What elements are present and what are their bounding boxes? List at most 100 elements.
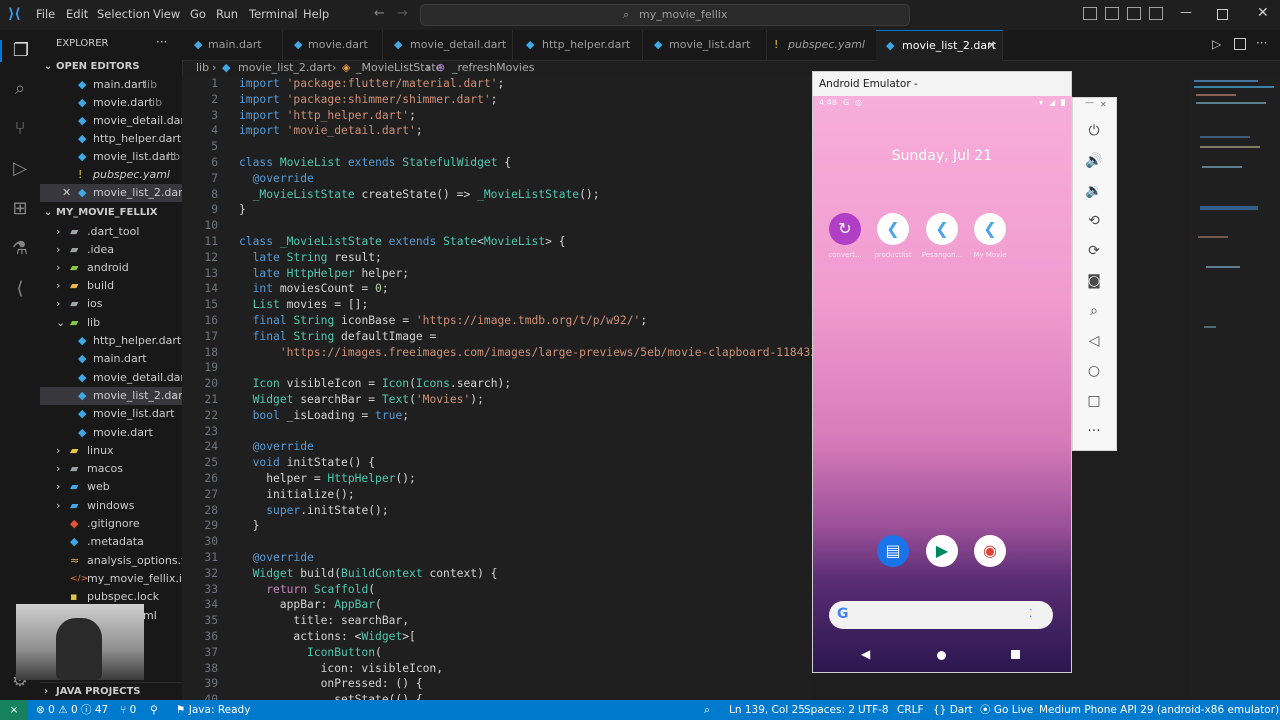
nav-back-icon[interactable]: ◀ xyxy=(861,647,870,661)
nav-home-icon[interactable] xyxy=(937,651,946,660)
source-control-icon[interactable]: ⑂ xyxy=(9,118,31,140)
tab-movie-detail-dart[interactable]: ◆ movie_detail.dart xyxy=(382,30,513,60)
code-line[interactable]: 19 xyxy=(182,360,812,376)
language-mode[interactable]: {} Dart xyxy=(933,700,973,720)
close-tab-icon[interactable]: ✕ xyxy=(987,31,996,61)
code-line[interactable]: 8 _MovieListState createState() => _Movi… xyxy=(182,187,812,203)
code-line[interactable]: 31 @override xyxy=(182,550,812,566)
code-line[interactable]: 18 'https://images.freeimages.com/images… xyxy=(182,345,812,361)
tree-item-file[interactable]: ◆ .metadata xyxy=(40,533,182,551)
toggle-sidebar-icon[interactable] xyxy=(1083,7,1097,20)
customize-layout-icon[interactable] xyxy=(1149,7,1163,20)
problems-indicator[interactable]: ⊗ 0 ⚠ 0 ⓘ 47 xyxy=(36,700,108,720)
power-icon[interactable]: ⏻ xyxy=(1083,120,1105,142)
code-line[interactable]: 17 final String defaultImage = xyxy=(182,329,812,345)
flutter-icon[interactable]: ⟨ xyxy=(9,278,31,300)
open-editor-item[interactable]: ✕◆movie_list_2.dart... xyxy=(40,184,182,202)
code-line[interactable]: 1 import 'package:flutter/material.dart'; xyxy=(182,76,812,92)
code-line[interactable]: 15 List movies = []; xyxy=(182,297,812,313)
code-line[interactable]: 9} xyxy=(182,202,812,218)
code-line[interactable]: 13 late HttpHelper helper; xyxy=(182,266,812,282)
tab-movie-list-2-dart[interactable]: ◆ movie_list_2.dart ✕ xyxy=(876,30,1003,61)
encoding[interactable]: UTF-8 xyxy=(858,700,889,720)
ports-indicator[interactable]: ⑂ 0 xyxy=(120,700,136,720)
tree-item-file[interactable]: ◆ movie_detail.dart xyxy=(40,369,182,387)
code-line[interactable]: 25 void initState() { xyxy=(182,455,812,471)
zoom-icon[interactable]: ⌕ xyxy=(1083,300,1105,322)
code-line[interactable]: 33 return Scaffold( xyxy=(182,582,812,598)
go-live-button[interactable]: ⦿ Go Live xyxy=(980,700,1033,720)
chrome-icon[interactable]: ◉ xyxy=(974,535,1006,567)
more-actions-icon[interactable]: ··· xyxy=(156,35,167,49)
cursor-position[interactable]: Ln 139, Col 25 xyxy=(729,700,805,720)
code-line[interactable]: 21 Widget searchBar = Text('Movies'); xyxy=(182,392,812,408)
toggle-secondary-sidebar-icon[interactable] xyxy=(1127,7,1141,20)
close-icon[interactable]: ✕ xyxy=(62,184,71,202)
phone-screen[interactable]: 4:48 G ◎ ▾ ◢ Sunday, Jul 21 ↻ ❮ ❮ ❮ conv… xyxy=(813,96,1071,672)
code-line[interactable]: 39 onPressed: () { xyxy=(182,676,812,692)
forward-arrow-icon[interactable]: → xyxy=(397,6,408,21)
messages-app-icon[interactable]: ▤ xyxy=(877,535,909,567)
open-editor-item[interactable]: ◆movie_detail.dar... xyxy=(40,112,182,130)
open-editor-item[interactable]: ◆ movie_list.dart lib xyxy=(40,148,182,166)
code-line[interactable]: 24 @override xyxy=(182,439,812,455)
code-line[interactable]: 6 class MovieList extends StatefulWidget … xyxy=(182,155,812,171)
code-line[interactable]: 29 } xyxy=(182,518,812,534)
run-icon[interactable]: ▷ xyxy=(1212,37,1221,51)
java-status[interactable]: ⚑ Java: Ready xyxy=(176,700,250,720)
device-selector[interactable]: Medium Phone API 29 (android-x86 emulato… xyxy=(1039,700,1279,720)
split-editor-icon[interactable] xyxy=(1234,38,1246,50)
open-editor-item[interactable]: ! pubspec.yaml xyxy=(40,166,182,184)
tab-http-helper-dart[interactable]: ◆ http_helper.dart xyxy=(512,30,643,60)
tree-item-folder[interactable]: › ▰ windows xyxy=(40,497,182,515)
breadcrumb-folder[interactable]: lib xyxy=(196,60,209,76)
more-actions-icon[interactable]: ··· xyxy=(1256,36,1267,50)
extension-icon[interactable]: ⚲ xyxy=(150,700,158,720)
code-line[interactable]: 7 @override xyxy=(182,171,812,187)
flutter-app-icon[interactable]: ❮ xyxy=(877,213,909,245)
code-line[interactable]: 34 appBar: AppBar( xyxy=(182,597,812,613)
menu-run[interactable]: Run xyxy=(216,7,238,21)
indentation[interactable]: Spaces: 2 xyxy=(804,700,855,720)
find-icon[interactable]: ⌕ xyxy=(172,387,178,405)
assistant-icon[interactable]: ⁚ xyxy=(1029,607,1033,620)
close-window-icon[interactable]: ✕ xyxy=(1257,5,1269,21)
menu-selection[interactable]: Selection xyxy=(97,7,150,21)
open-editor-item[interactable]: ◆ movie.dart lib xyxy=(40,94,182,112)
back-icon[interactable]: ◁ xyxy=(1083,330,1105,352)
menu-help[interactable]: Help xyxy=(303,7,329,21)
volume-up-icon[interactable]: 🔊 xyxy=(1083,150,1105,172)
overview-icon[interactable]: □ xyxy=(1083,390,1105,412)
tree-item-file[interactable]: ◆ main.dart xyxy=(40,350,182,368)
minimap[interactable] xyxy=(1190,76,1280,700)
zoom-status-icon[interactable]: ⌕ xyxy=(704,700,710,720)
tab-movie-list-dart[interactable]: ◆ movie_list.dart xyxy=(642,30,767,60)
tab-main-dart[interactable]: ◆ main.dart xyxy=(182,30,283,60)
code-line[interactable]: 38 icon: visibleIcon, xyxy=(182,661,812,677)
rotate-left-icon[interactable]: ⟲ xyxy=(1083,210,1105,232)
flutter-app-icon[interactable]: ❮ xyxy=(926,213,958,245)
code-line[interactable]: 20 Icon visibleIcon = Icon(Icons.search)… xyxy=(182,376,812,392)
explorer-icon[interactable]: ❐ xyxy=(0,40,40,62)
menu-edit[interactable]: Edit xyxy=(66,7,88,21)
code-editor[interactable]: 1 import 'package:flutter/material.dart';… xyxy=(182,76,812,700)
tree-item-folder[interactable]: › ▰ android xyxy=(40,259,182,277)
code-line[interactable]: 28 super.initState(); xyxy=(182,503,812,519)
code-line[interactable]: 26 helper = HttpHelper(); xyxy=(182,471,812,487)
tree-item-folder[interactable]: › ▰ web xyxy=(40,478,182,496)
tree-item-folder[interactable]: ⌄ ▰ lib xyxy=(40,314,182,332)
my-movie-app-icon[interactable]: ❮ xyxy=(974,213,1006,245)
rotate-right-icon[interactable]: ⟳ xyxy=(1083,240,1105,262)
code-line[interactable]: 35 title: searchBar, xyxy=(182,613,812,629)
run-debug-icon[interactable]: ▷ xyxy=(9,158,31,180)
more-icon[interactable]: ··· xyxy=(1083,420,1105,442)
command-center-search[interactable]: ⌕ my_movie_fellix xyxy=(420,4,910,26)
open-editors-header[interactable]: ⌄ OPEN EDITORS xyxy=(40,58,182,76)
menu-view[interactable]: View xyxy=(153,7,180,21)
testing-icon[interactable]: ⚗ xyxy=(9,238,31,260)
tree-item-folder[interactable]: › ▰ macos xyxy=(40,460,182,478)
tree-item-file[interactable]: ◆ .gitignore xyxy=(40,515,182,533)
code-line[interactable]: 40 setState(() { xyxy=(182,692,812,700)
tree-item-folder[interactable]: › ▰ .idea xyxy=(40,241,182,259)
camera-icon[interactable]: ◙ xyxy=(1083,270,1105,292)
